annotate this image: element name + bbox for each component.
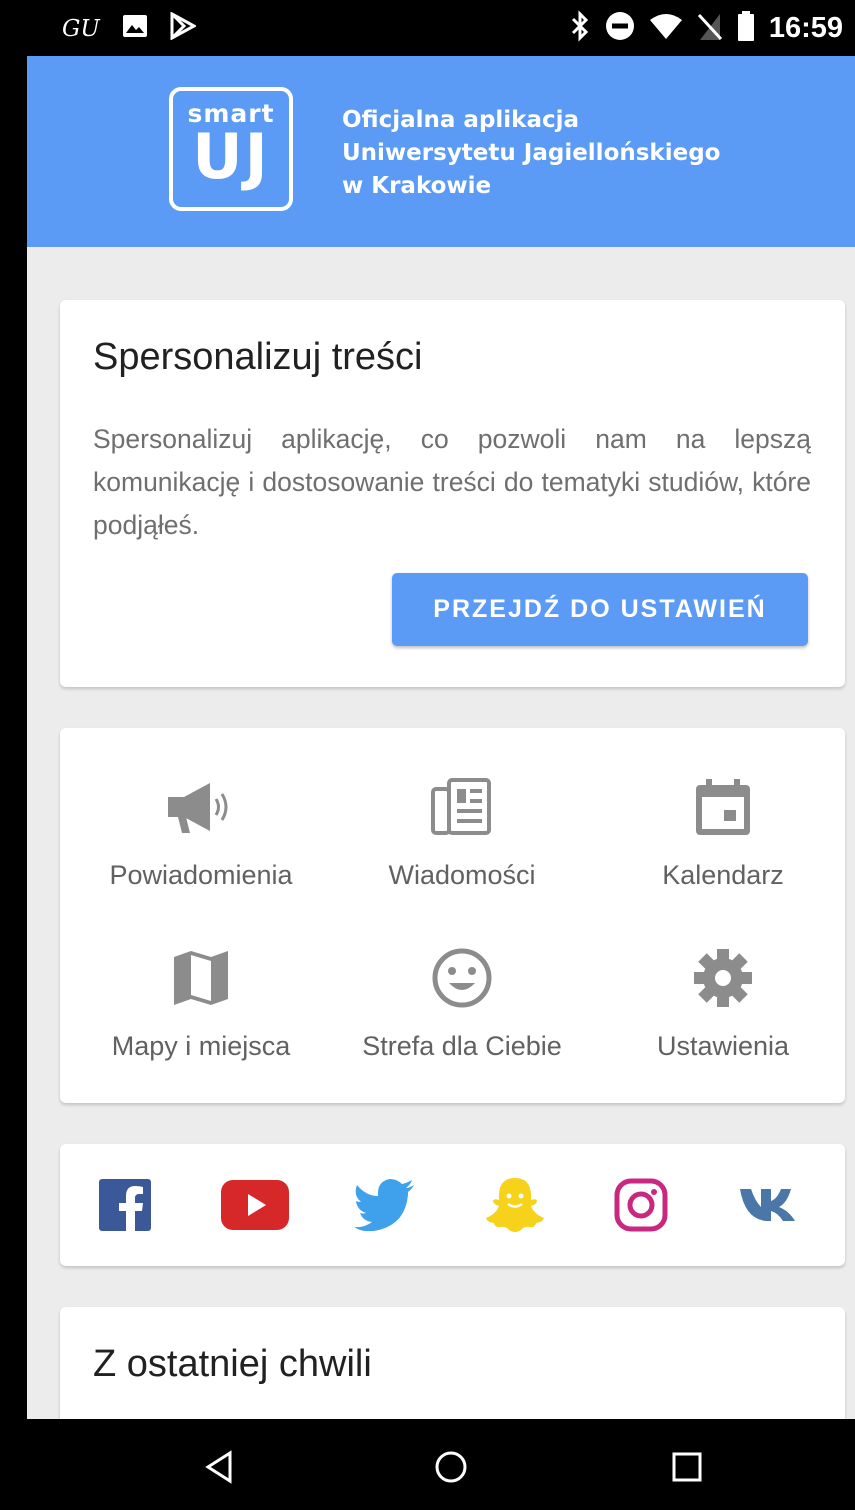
- personalize-card: Spersonalizuj treści Spersonalizuj aplik…: [60, 300, 845, 687]
- calendar-icon: [592, 774, 854, 840]
- menu-item-strefa[interactable]: Strefa dla Ciebie: [331, 945, 593, 1062]
- map-icon: [70, 945, 332, 1011]
- newspaper-icon: [331, 774, 593, 840]
- recents-icon[interactable]: [667, 1447, 707, 1487]
- twitter-icon[interactable]: [350, 1177, 420, 1233]
- system-nav-bar: [27, 1419, 855, 1510]
- latest-news-title: Z ostatniej chwili: [93, 1343, 372, 1385]
- tagline-line-1: Oficjalna aplikacja: [342, 107, 580, 133]
- menu-item-ustawienia[interactable]: Ustawienia: [592, 945, 854, 1062]
- battery-icon: [737, 10, 755, 47]
- bluetooth-icon: [569, 10, 591, 47]
- status-bar: GU 16:59: [27, 0, 855, 56]
- play-store-icon: [170, 11, 197, 45]
- menu-item-powiadomienia[interactable]: Powiadomienia: [70, 774, 332, 891]
- no-sim-icon: [697, 11, 723, 46]
- menu-label: Kalendarz: [662, 860, 784, 890]
- menu-label: Ustawienia: [656, 1031, 790, 1061]
- app-header: smart UJ Oficjalna aplikacja Uniwersytet…: [27, 56, 855, 247]
- go-to-settings-button[interactable]: PRZEJDŹ DO USTAWIEŃ: [392, 573, 808, 646]
- tagline-line-2: Uniwersytetu Jagiellońskiego: [342, 140, 721, 166]
- back-icon[interactable]: [199, 1447, 239, 1487]
- personalize-description: Spersonalizuj aplikację, co pozwoli nam …: [93, 424, 811, 540]
- vk-icon[interactable]: [736, 1177, 806, 1233]
- snapchat-icon[interactable]: [480, 1177, 550, 1233]
- status-time: 16:59: [768, 12, 843, 44]
- menu-card: Powiadomienia Wiadomości Kalendarz Mapy …: [60, 728, 845, 1103]
- menu-item-wiadomosci[interactable]: Wiadomości: [331, 774, 593, 891]
- home-icon[interactable]: [431, 1447, 471, 1487]
- youtube-icon[interactable]: [220, 1177, 290, 1233]
- menu-item-kalendarz[interactable]: Kalendarz: [592, 774, 854, 891]
- smart-uj-logo: smart UJ: [169, 87, 293, 211]
- menu-label: Mapy i miejsca: [111, 1031, 291, 1061]
- gear-icon: [592, 945, 854, 1011]
- menu-label: Powiadomienia: [109, 860, 293, 890]
- megaphone-icon: [70, 774, 332, 840]
- header-tagline: Oficjalna aplikacja Uniwersytetu Jagiell…: [342, 104, 772, 203]
- logo-bottom-text: UJ: [192, 120, 270, 193]
- do-not-disturb-icon: [605, 11, 635, 46]
- app-screen: GU 16:59 smart UJ Oficjalna aplikacja Un…: [27, 0, 855, 1510]
- personalize-title: Spersonalizuj treści: [93, 336, 423, 378]
- menu-label: Strefa dla Ciebie: [362, 1031, 562, 1061]
- instagram-icon[interactable]: [606, 1177, 676, 1233]
- menu-item-mapy[interactable]: Mapy i miejsca: [70, 945, 332, 1062]
- smiley-icon: [331, 945, 593, 1011]
- wifi-icon: [649, 12, 683, 45]
- menu-label: Wiadomości: [388, 860, 536, 890]
- image-icon: [122, 14, 148, 43]
- facebook-icon[interactable]: [90, 1177, 160, 1233]
- social-card: [60, 1144, 845, 1266]
- carrier-label: GU: [62, 15, 100, 42]
- tagline-line-3: w Krakowie: [342, 173, 492, 199]
